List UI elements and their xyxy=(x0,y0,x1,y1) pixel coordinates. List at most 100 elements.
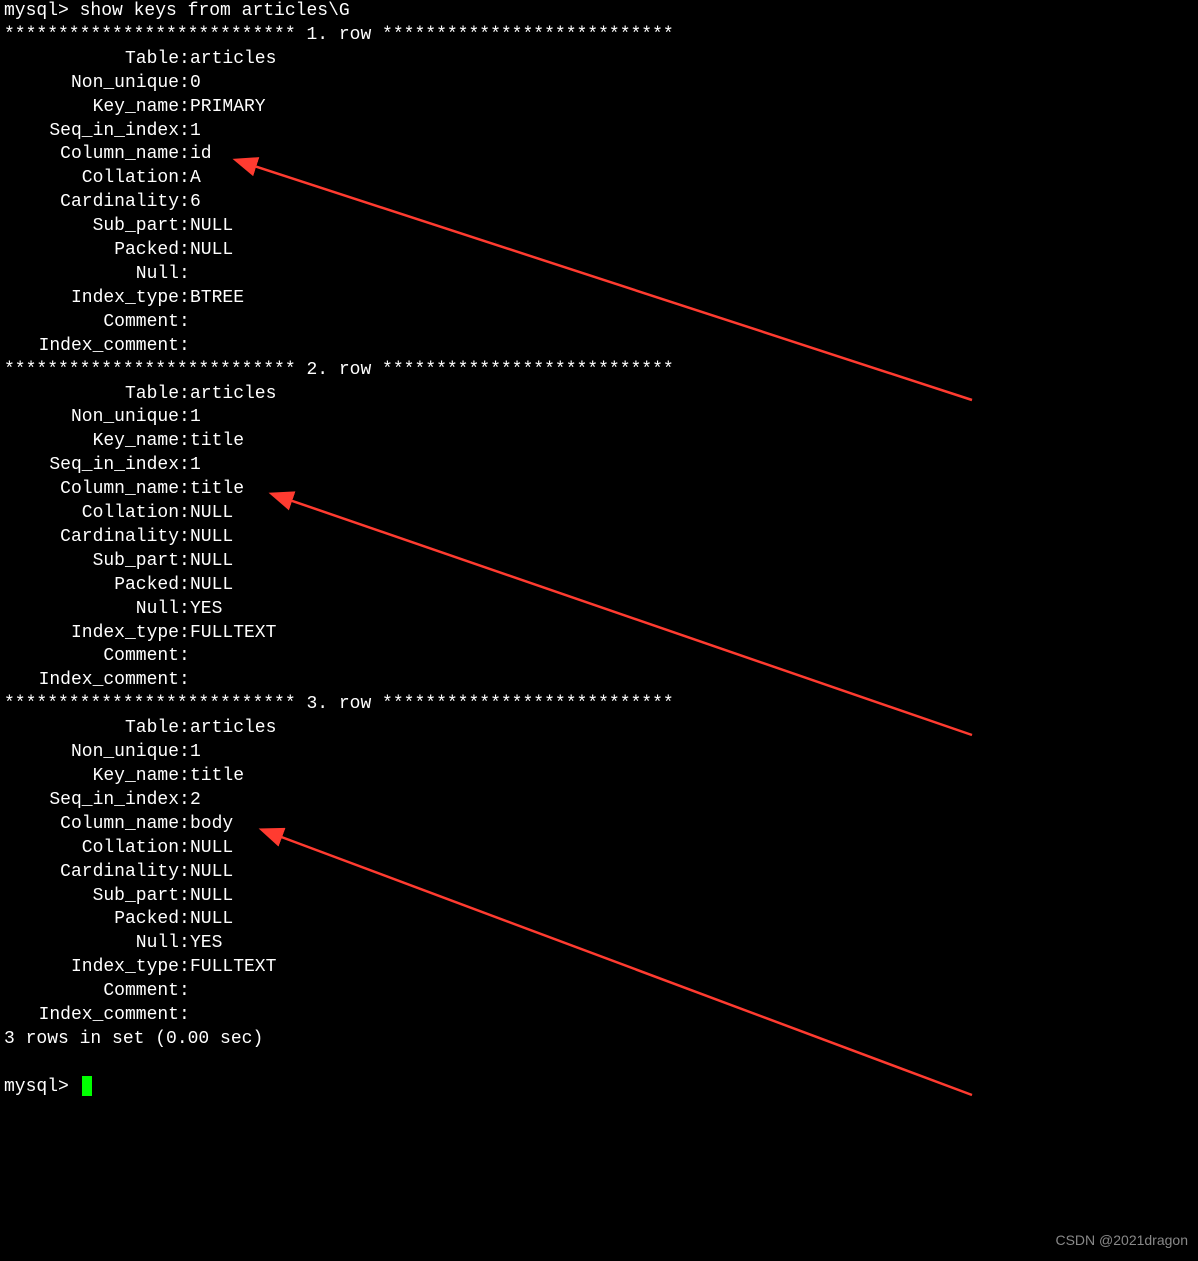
colon: : xyxy=(179,550,190,574)
field-label: Cardinality xyxy=(4,861,179,885)
field-label: Key_name xyxy=(4,96,179,120)
field-value: BTREE xyxy=(190,287,244,311)
field-label: Comment xyxy=(4,645,179,669)
colon: : xyxy=(179,574,190,598)
field-value: NULL xyxy=(190,239,233,263)
field-label: Null xyxy=(4,932,179,956)
field-packed: Packed: NULL xyxy=(4,908,1194,932)
colon: : xyxy=(179,932,190,956)
row-separator: *************************** 2. row *****… xyxy=(4,359,1194,383)
field-value: articles xyxy=(190,717,276,741)
field-non_unique: Non_unique: 1 xyxy=(4,741,1194,765)
field-null: Null: YES xyxy=(4,598,1194,622)
field-column_name: Column_name: id xyxy=(4,143,1194,167)
prompt-line[interactable]: mysql> xyxy=(4,1076,1194,1100)
field-seq_in_index: Seq_in_index: 2 xyxy=(4,789,1194,813)
field-value: NULL xyxy=(190,526,233,550)
terminal-output: mysql> show keys from articles\G********… xyxy=(4,0,1194,1100)
field-value: 2 xyxy=(190,789,201,813)
blank-line xyxy=(4,1052,1194,1076)
colon: : xyxy=(179,717,190,741)
colon: : xyxy=(179,813,190,837)
field-collation: Collation: NULL xyxy=(4,837,1194,861)
field-label: Index_type xyxy=(4,287,179,311)
field-label: Seq_in_index xyxy=(4,789,179,813)
row-separator: *************************** 1. row *****… xyxy=(4,24,1194,48)
field-seq_in_index: Seq_in_index: 1 xyxy=(4,120,1194,144)
field-label: Null xyxy=(4,263,179,287)
prompt: mysql> xyxy=(4,1,69,21)
command-text[interactable]: show keys from articles\G xyxy=(80,1,350,21)
command-line: mysql> show keys from articles\G xyxy=(4,0,1194,24)
field-comment: Comment: xyxy=(4,980,1194,1004)
colon: : xyxy=(179,956,190,980)
field-value: title xyxy=(190,765,244,789)
field-label: Index_comment xyxy=(4,669,179,693)
field-index_type: Index_type: FULLTEXT xyxy=(4,622,1194,646)
field-label: Key_name xyxy=(4,430,179,454)
field-label: Key_name xyxy=(4,765,179,789)
field-label: Non_unique xyxy=(4,741,179,765)
field-sub_part: Sub_part: NULL xyxy=(4,885,1194,909)
field-label: Packed xyxy=(4,239,179,263)
colon: : xyxy=(179,478,190,502)
field-comment: Comment: xyxy=(4,311,1194,335)
colon: : xyxy=(179,72,190,96)
field-label: Cardinality xyxy=(4,191,179,215)
colon: : xyxy=(179,908,190,932)
field-value: body xyxy=(190,813,233,837)
field-label: Collation xyxy=(4,837,179,861)
field-label: Column_name xyxy=(4,143,179,167)
field-table: Table: articles xyxy=(4,48,1194,72)
field-label: Non_unique xyxy=(4,406,179,430)
field-label: Sub_part xyxy=(4,215,179,239)
colon: : xyxy=(179,191,190,215)
field-value: NULL xyxy=(190,574,233,598)
field-column_name: Column_name: title xyxy=(4,478,1194,502)
field-label: Index_comment xyxy=(4,335,179,359)
field-sub_part: Sub_part: NULL xyxy=(4,550,1194,574)
field-label: Packed xyxy=(4,574,179,598)
field-label: Table xyxy=(4,48,179,72)
result-summary: 3 rows in set (0.00 sec) xyxy=(4,1028,1194,1052)
field-key_name: Key_name: title xyxy=(4,765,1194,789)
field-value: 0 xyxy=(190,72,201,96)
field-index_comment: Index_comment: xyxy=(4,669,1194,693)
field-packed: Packed: NULL xyxy=(4,574,1194,598)
field-key_name: Key_name: PRIMARY xyxy=(4,96,1194,120)
colon: : xyxy=(179,120,190,144)
colon: : xyxy=(179,239,190,263)
field-value: articles xyxy=(190,48,276,72)
colon: : xyxy=(179,96,190,120)
field-null: Null: xyxy=(4,263,1194,287)
colon: : xyxy=(179,741,190,765)
field-label: Index_comment xyxy=(4,1004,179,1028)
field-label: Index_type xyxy=(4,622,179,646)
colon: : xyxy=(179,167,190,191)
field-value: 1 xyxy=(190,120,201,144)
field-table: Table: articles xyxy=(4,717,1194,741)
field-value: NULL xyxy=(190,550,233,574)
field-index_type: Index_type: FULLTEXT xyxy=(4,956,1194,980)
field-table: Table: articles xyxy=(4,383,1194,407)
field-sub_part: Sub_part: NULL xyxy=(4,215,1194,239)
field-cardinality: Cardinality: NULL xyxy=(4,526,1194,550)
field-value: 1 xyxy=(190,454,201,478)
colon: : xyxy=(179,1004,190,1028)
field-seq_in_index: Seq_in_index: 1 xyxy=(4,454,1194,478)
field-index_comment: Index_comment: xyxy=(4,335,1194,359)
colon: : xyxy=(179,622,190,646)
field-value: NULL xyxy=(190,502,233,526)
field-packed: Packed: NULL xyxy=(4,239,1194,263)
row-separator: *************************** 3. row *****… xyxy=(4,693,1194,717)
field-label: Collation xyxy=(4,167,179,191)
field-value: YES xyxy=(190,598,222,622)
field-value: NULL xyxy=(190,861,233,885)
field-value: 1 xyxy=(190,406,201,430)
field-value: NULL xyxy=(190,215,233,239)
colon: : xyxy=(179,645,190,669)
colon: : xyxy=(179,406,190,430)
field-value: PRIMARY xyxy=(190,96,266,120)
field-label: Column_name xyxy=(4,813,179,837)
field-value: FULLTEXT xyxy=(190,956,276,980)
